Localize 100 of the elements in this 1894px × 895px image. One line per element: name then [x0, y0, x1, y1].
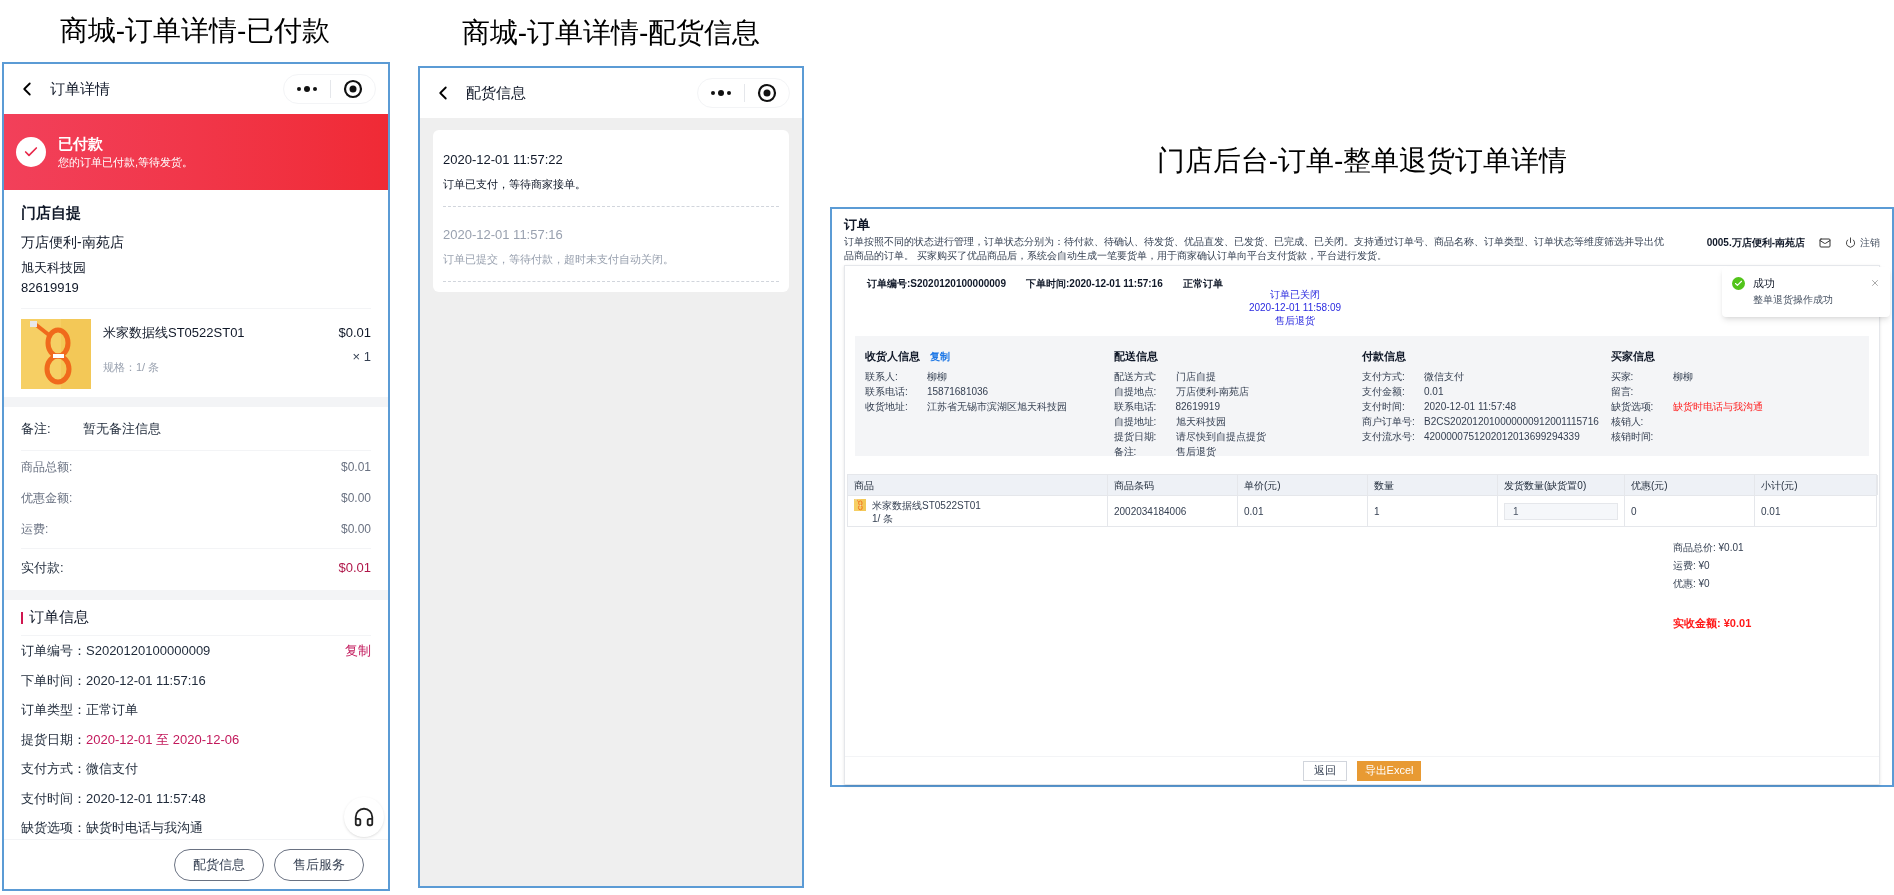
- record-icon[interactable]: [757, 83, 777, 103]
- more-icon[interactable]: [710, 90, 732, 96]
- event-message: 订单已提交，等待付款，超时未支付自动关闭。: [443, 251, 675, 267]
- footer-button[interactable]: 返回: [1302, 760, 1347, 781]
- amount-value: $0.01: [338, 558, 371, 577]
- info-value: 江苏省无锡市滨湖区旭天科技园: [927, 399, 1067, 414]
- order-info-row-text: 订单类型：正常订单: [21, 701, 138, 719]
- record-icon[interactable]: [343, 79, 363, 99]
- logout-link[interactable]: 注销: [1845, 235, 1880, 250]
- info-label: 留言:: [1610, 384, 1635, 399]
- column-header: 发货数量(缺货置0): [1498, 475, 1625, 495]
- product-spec: 规格：1/ 条: [103, 359, 161, 375]
- amount-label: 商品总额:: [21, 458, 73, 476]
- amount-value: $0.00: [340, 489, 371, 507]
- order-info-row-text: 下单时间：2020-12-01 11:57:16: [21, 671, 206, 690]
- column-header: 小计(元): [1755, 475, 1878, 495]
- info-label: 配送方式:: [1113, 369, 1158, 384]
- toast-title: 成功: [1753, 276, 1776, 291]
- screen-caption: 商城-订单详情-已付款: [59, 14, 331, 48]
- store-name: 0005.万店便利-南苑店: [1706, 236, 1805, 250]
- action-button[interactable]: 配货信息: [174, 848, 264, 881]
- info-label: 联系人:: [865, 369, 899, 384]
- product-quantity: × 1: [352, 347, 371, 366]
- event-time: 2020-12-01 11:57:16: [443, 226, 564, 244]
- total-line: 商品总价: ¥0.01: [1673, 541, 1745, 555]
- table-cell: 2002034184006: [1108, 496, 1238, 526]
- amount-label: 实付款:: [21, 558, 64, 577]
- amount-label: 运费:: [21, 520, 49, 538]
- table-cell: 0: [1625, 496, 1755, 526]
- info-value: 0.01: [1424, 384, 1444, 399]
- order-status-line: 订单已关闭: [1270, 288, 1320, 301]
- info-label: 支付方式:: [1362, 369, 1406, 384]
- info-label: 缺货选项:: [1610, 399, 1655, 414]
- info-value: 15871681036: [927, 384, 989, 399]
- event-time: 2020-12-01 11:57:22: [443, 151, 564, 169]
- info-label: 提货日期:: [1113, 429, 1158, 444]
- page-title: 配货信息: [466, 82, 526, 103]
- copy-link[interactable]: 复制: [930, 348, 950, 364]
- info-label: 支付流水号:: [1362, 429, 1416, 444]
- info-heading: 买家信息: [1610, 349, 1655, 364]
- copy-link[interactable]: 复制: [345, 641, 371, 661]
- column-header: 数量: [1368, 475, 1498, 495]
- status-message: 您的订单已付款,等待发货。: [58, 155, 194, 170]
- page-title: 订单详情: [50, 78, 110, 99]
- order-info-row-text: 支付方式：微信支付: [21, 760, 138, 778]
- info-value: B2CS202012010000000912001115716: [1424, 414, 1599, 429]
- status-title: 已付款: [58, 134, 104, 154]
- ship-quantity-field[interactable]: 1: [1504, 502, 1618, 520]
- info-value: 售后退货: [1175, 444, 1216, 459]
- toast-message: 整单退货操作成功: [1753, 292, 1834, 307]
- info-value: 缺货时电话与我沟通: [1672, 399, 1763, 414]
- action-button[interactable]: 售后服务: [274, 848, 364, 881]
- amount-value: $0.01: [340, 458, 371, 476]
- info-heading: 付款信息: [1362, 349, 1406, 364]
- grand-total: 实收金额: ¥0.01: [1673, 616, 1753, 631]
- store-phone: 82619919: [21, 279, 80, 297]
- screen-caption: 门店后台-订单-整单退货订单详情: [1156, 144, 1568, 178]
- info-label: 自提地点:: [1113, 384, 1158, 399]
- screen-caption: 商城-订单详情-配货信息: [461, 16, 761, 50]
- amount-label: 优惠金额:: [21, 489, 73, 507]
- product-price: $0.01: [338, 324, 371, 342]
- amount-value: $0.00: [340, 520, 371, 538]
- column-header: 商品条码: [1108, 475, 1238, 495]
- page-description: 订单按照不同的状态进行管理，订单状态分别为：待付款、待确认、待发货、优品直发、已发货、已完成、已关闭。支持通过订单号、商品名称、订单类型、订单状态等维度筛选并导出优品商品的订单。 买家购买了优品商品后，系统会自动生成一笔要货单，用于商家确认订单向平台支付货款，平台进行发货。: [844, 234, 1664, 263]
- info-value: 柳柳: [1672, 369, 1693, 384]
- info-label: 支付时间:: [1362, 399, 1406, 414]
- order-info-row-text: 订单编号：S2020120100000009: [21, 642, 211, 660]
- order-status-line: 售后退货: [1275, 314, 1315, 327]
- info-value: 旭天科技园: [1175, 414, 1226, 429]
- product-name: 米家数据线ST0522ST01: [872, 499, 981, 512]
- table-cell: 1: [1368, 496, 1498, 526]
- info-label: 核销时间:: [1610, 429, 1655, 444]
- info-label: 商户订单号:: [1362, 414, 1416, 429]
- info-label: 联系电话:: [1113, 399, 1158, 414]
- mail-icon[interactable]: [1819, 236, 1831, 249]
- info-value: 柳柳: [927, 369, 947, 384]
- info-value: 请尽快到自提点提货: [1175, 429, 1266, 444]
- headset-icon: [353, 806, 375, 828]
- order-time: 下单时间:2020-12-01 11:57:16: [1026, 277, 1163, 291]
- total-line: 运费: ¥0: [1673, 559, 1711, 573]
- column-header: 优惠(元): [1625, 475, 1755, 495]
- order-info-row-text: 支付时间：2020-12-01 11:57:48: [21, 789, 206, 808]
- info-label: 买家:: [1610, 369, 1635, 384]
- order-info-row-text: 提货日期：2020-12-01 至 2020-12-06: [21, 730, 240, 749]
- section-heading: 订单信息: [29, 607, 89, 628]
- store-name: 万店便利-南苑店: [21, 233, 125, 252]
- info-value: 门店自提: [1175, 369, 1216, 384]
- product-spec: 1/ 条: [872, 512, 895, 525]
- remark-label: 备注:: [21, 419, 51, 438]
- customer-service-button[interactable]: [344, 797, 384, 837]
- info-value: 万店便利-南苑店: [1175, 384, 1249, 399]
- table-cell: 0.01: [1238, 496, 1368, 526]
- order-info-row-text: 缺货选项：缺货时电话与我沟通: [21, 819, 203, 837]
- info-heading: 配送信息: [1113, 349, 1158, 364]
- info-value: 4200000751202012013699294339: [1424, 429, 1580, 444]
- info-label: 收货地址:: [865, 399, 909, 414]
- more-icon[interactable]: [296, 86, 318, 92]
- section-heading: 门店自提: [21, 203, 82, 223]
- info-label: 核销人:: [1610, 414, 1645, 429]
- info-label: 自提地址:: [1113, 414, 1158, 429]
